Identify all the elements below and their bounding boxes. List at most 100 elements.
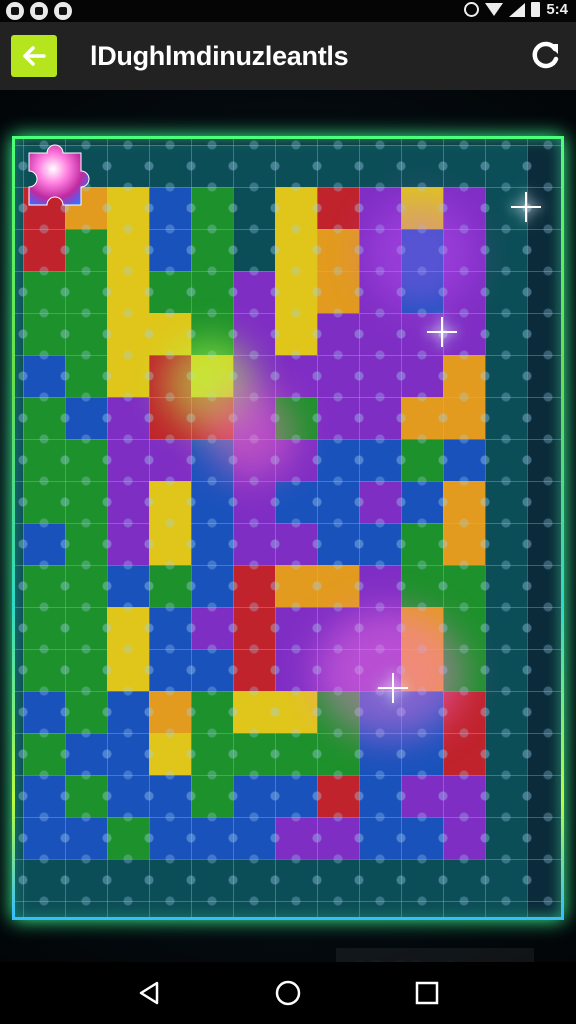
puzzle-piece[interactable] (23, 313, 65, 355)
puzzle-piece[interactable] (65, 439, 107, 481)
puzzle-piece[interactable] (401, 481, 443, 523)
puzzle-piece[interactable] (233, 607, 275, 649)
puzzle-piece[interactable] (191, 901, 233, 917)
puzzle-piece[interactable] (359, 733, 401, 775)
puzzle-piece[interactable] (15, 649, 23, 691)
puzzle-piece[interactable] (485, 901, 527, 917)
puzzle-piece[interactable] (443, 607, 485, 649)
puzzle-piece[interactable] (149, 733, 191, 775)
puzzle-piece[interactable] (233, 775, 275, 817)
puzzle-piece[interactable] (401, 229, 443, 271)
puzzle-piece[interactable] (149, 607, 191, 649)
puzzle-piece[interactable] (233, 481, 275, 523)
puzzle-piece[interactable] (107, 691, 149, 733)
puzzle-piece[interactable] (23, 649, 65, 691)
puzzle-piece[interactable] (359, 649, 401, 691)
puzzle-piece[interactable] (275, 481, 317, 523)
puzzle-piece[interactable] (317, 187, 359, 229)
puzzle-piece[interactable] (65, 229, 107, 271)
puzzle-piece[interactable] (359, 397, 401, 439)
puzzle-piece[interactable] (191, 607, 233, 649)
puzzle-piece[interactable] (401, 313, 443, 355)
puzzle-piece[interactable] (275, 901, 317, 917)
puzzle-piece[interactable] (485, 229, 527, 271)
puzzle-piece[interactable] (65, 859, 107, 901)
puzzle-piece[interactable] (359, 859, 401, 901)
puzzle-piece[interactable] (485, 145, 527, 187)
puzzle-piece[interactable] (401, 271, 443, 313)
puzzle-piece[interactable] (317, 145, 359, 187)
puzzle-piece[interactable] (107, 523, 149, 565)
puzzle-piece[interactable] (359, 817, 401, 859)
puzzle-piece[interactable] (15, 859, 23, 901)
puzzle-piece[interactable] (65, 901, 107, 917)
puzzle-piece[interactable] (443, 901, 485, 917)
puzzle-piece[interactable] (275, 271, 317, 313)
puzzle-piece[interactable] (359, 229, 401, 271)
puzzle-piece[interactable] (23, 397, 65, 439)
refresh-button[interactable] (528, 39, 562, 73)
puzzle-piece[interactable] (275, 145, 317, 187)
puzzle-piece[interactable] (15, 271, 23, 313)
puzzle-piece[interactable] (485, 271, 527, 313)
puzzle-piece[interactable] (485, 313, 527, 355)
puzzle-piece[interactable] (191, 229, 233, 271)
puzzle-piece[interactable] (107, 355, 149, 397)
puzzle-piece[interactable] (275, 229, 317, 271)
puzzle-piece[interactable] (149, 397, 191, 439)
puzzle-piece[interactable] (485, 355, 527, 397)
puzzle-piece[interactable] (443, 145, 485, 187)
puzzle-piece[interactable] (275, 817, 317, 859)
puzzle-piece[interactable] (15, 817, 23, 859)
puzzle-piece[interactable] (275, 355, 317, 397)
puzzle-piece[interactable] (107, 775, 149, 817)
puzzle-piece[interactable] (443, 271, 485, 313)
puzzle-piece[interactable] (359, 901, 401, 917)
puzzle-piece[interactable] (107, 229, 149, 271)
puzzle-piece[interactable] (23, 355, 65, 397)
puzzle-piece[interactable] (107, 649, 149, 691)
puzzle-piece[interactable] (23, 481, 65, 523)
puzzle-piece[interactable] (15, 439, 23, 481)
puzzle-piece[interactable] (359, 523, 401, 565)
puzzle-piece[interactable] (485, 817, 527, 859)
puzzle-piece[interactable] (23, 691, 65, 733)
puzzle-piece[interactable] (191, 733, 233, 775)
puzzle-piece[interactable] (485, 649, 527, 691)
puzzle-piece[interactable] (107, 439, 149, 481)
puzzle-piece[interactable] (359, 271, 401, 313)
puzzle-piece[interactable] (23, 565, 65, 607)
puzzle-piece[interactable] (275, 523, 317, 565)
puzzle-piece[interactable] (107, 145, 149, 187)
puzzle-piece[interactable] (233, 733, 275, 775)
puzzle-piece[interactable] (15, 901, 23, 917)
puzzle-piece[interactable] (191, 271, 233, 313)
puzzle-piece[interactable] (317, 733, 359, 775)
puzzle-piece[interactable] (485, 733, 527, 775)
puzzle-piece[interactable] (443, 733, 485, 775)
puzzle-piece[interactable] (233, 313, 275, 355)
puzzle-piece[interactable] (233, 859, 275, 901)
puzzle-piece[interactable] (23, 817, 65, 859)
puzzle-piece[interactable] (359, 691, 401, 733)
puzzle-piece[interactable] (23, 229, 65, 271)
puzzle-piece[interactable] (401, 649, 443, 691)
puzzle-piece[interactable] (233, 439, 275, 481)
puzzle-piece[interactable] (359, 565, 401, 607)
puzzle-piece[interactable] (65, 481, 107, 523)
puzzle-piece[interactable] (317, 859, 359, 901)
puzzle-piece[interactable] (401, 523, 443, 565)
puzzle-piece[interactable] (275, 607, 317, 649)
puzzle-piece[interactable] (15, 775, 23, 817)
puzzle-piece[interactable] (149, 649, 191, 691)
puzzle-piece[interactable] (233, 187, 275, 229)
puzzle-piece[interactable] (149, 313, 191, 355)
back-button[interactable] (11, 35, 57, 77)
puzzle-piece[interactable] (149, 481, 191, 523)
puzzle-piece[interactable] (149, 565, 191, 607)
puzzle-piece[interactable] (65, 775, 107, 817)
puzzle-piece[interactable] (275, 691, 317, 733)
puzzle-piece[interactable] (359, 145, 401, 187)
puzzle-piece[interactable] (65, 565, 107, 607)
puzzle-piece[interactable] (15, 355, 23, 397)
